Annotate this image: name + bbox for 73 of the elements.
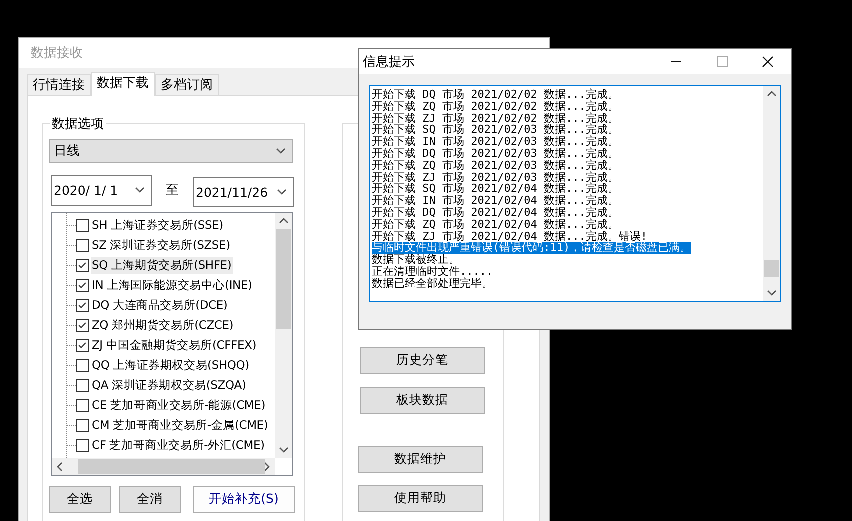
tree-item[interactable]: CF 芝加哥商业交易所-外汇(CME) [91,436,266,454]
tree-item[interactable]: DQ 大连商品交易所(DCE) [91,296,229,314]
log-line: 开始下载 ZQ 市场 2021/02/03 数据...完成。 [372,160,619,172]
window-title: 数据接收 [31,45,83,62]
tree-item[interactable]: SZ 深圳证券交易所(SZSE) [91,236,232,254]
group-label: 数据选项 [50,115,106,133]
scrollbar-thumb[interactable] [78,459,265,474]
horizontal-scrollbar[interactable] [52,458,275,475]
select-button[interactable]: 全选 [49,486,111,513]
chevron-up-icon [766,89,776,99]
tab[interactable]: 行情连接 [27,74,91,95]
chevron-up-icon [278,216,288,226]
tree-item[interactable]: ZQ 郑州期货交易所(CZCE) [91,316,235,334]
action-button[interactable]: 使用帮助 [358,485,483,512]
checkbox[interactable] [76,238,89,252]
tree-item[interactable]: IN 上海国际能源交易中心(INE) [91,276,254,294]
log-line: 开始下载 SQ 市场 2021/02/04 数据...完成。 [372,183,619,196]
checkbox[interactable] [76,258,89,272]
tree-item[interactable]: SH 上海证券交易所(SSE) [91,216,224,234]
checkbox[interactable] [76,218,89,232]
log-line: 开始下载 ZQ 市场 2021/02/04 数据...完成。 [372,218,619,231]
period-dropdown[interactable]: 日线 [49,139,293,163]
checkbox[interactable] [76,298,89,312]
checkbox[interactable] [76,338,89,352]
date-picker[interactable]: 2020/ 1/ 1 [51,174,152,206]
tree-item[interactable]: SQ 上海期货交易所(SHFE) [91,256,233,274]
checkbox[interactable] [76,358,89,372]
scrollbar-thumb[interactable] [764,260,779,277]
chevron-down-icon [276,146,286,156]
checkbox[interactable] [76,278,89,292]
log-line: 开始下载 ZJ 市场 2021/02/02 数据...完成。 [372,112,619,124]
tab[interactable]: 多档订阅 [155,74,219,95]
log-text-area[interactable] [369,85,781,302]
log-line: 开始下载 ZJ 市场 2021/02/04 数据...完成。错误! [372,230,648,242]
chevron-right-icon [262,462,272,472]
scrollbar-thumb[interactable] [276,229,291,329]
log-line: 开始下载 ZQ 市场 2021/02/02 数据...完成。 [372,100,619,113]
checkbox[interactable] [76,398,89,412]
chevron-down-icon [766,288,776,298]
chevron-down-icon [135,185,145,195]
vertical-scrollbar[interactable] [275,213,292,458]
date-picker[interactable]: 2021/11/26 [193,177,294,207]
action-button[interactable]: 板块数据 [360,387,485,414]
log-line: 开始下载 ZJ 市场 2021/02/03 数据...完成。 [372,172,619,184]
action-button[interactable]: 历史分笔 [360,347,485,374]
log-line: 开始下载 IN 市场 2021/02/03 数据...完成。 [372,136,619,148]
tree-item[interactable]: QQ 上海证券期权交易(SHQQ) [91,356,250,374]
chevron-down-icon [277,187,287,197]
vertical-scrollbar[interactable] [763,86,780,301]
tree-item[interactable]: CE 芝加哥商业交易所-能源(CME) [91,396,266,414]
chevron-left-icon [55,462,65,472]
dialog-title: 信息提示 [363,54,415,70]
checkbox[interactable] [76,318,89,332]
checkbox[interactable] [76,418,89,432]
log-line: 数据下载被终止。 [372,254,460,266]
select-button[interactable]: 全消 [119,486,181,513]
log-line: 开始下载 DQ 市场 2021/02/02 数据...完成。 [372,89,619,101]
tree-item[interactable]: ZJ 中国金融期货交易所(CFFEX) [91,336,258,354]
log-line: 开始下载 SQ 市场 2021/02/03 数据...完成。 [372,124,619,136]
log-line: 开始下载 DQ 市场 2021/02/04 数据...完成。 [372,206,619,219]
tab[interactable]: 数据下载 [91,72,155,96]
log-line: 开始下载 IN 市场 2021/02/04 数据...完成。 [372,195,619,207]
action-button[interactable]: 数据维护 [358,446,483,473]
log-line: 数据已经全部处理完毕。 [372,278,493,290]
range-label: 至 [165,182,180,199]
tree-item[interactable]: QA 深圳证券期权交易(SZQA) [91,376,248,394]
chevron-down-icon [278,445,288,455]
tree-item[interactable]: CM 芝加哥商业交易所-金属(CME) [91,416,270,434]
checkbox[interactable] [76,378,89,392]
log-line: 正在清理临时文件..... [372,266,494,278]
log-line: 开始下载 DQ 市场 2021/02/03 数据...完成。 [372,148,619,160]
checkbox[interactable] [76,438,89,452]
start-button[interactable]: 开始补充(S) [193,486,295,513]
